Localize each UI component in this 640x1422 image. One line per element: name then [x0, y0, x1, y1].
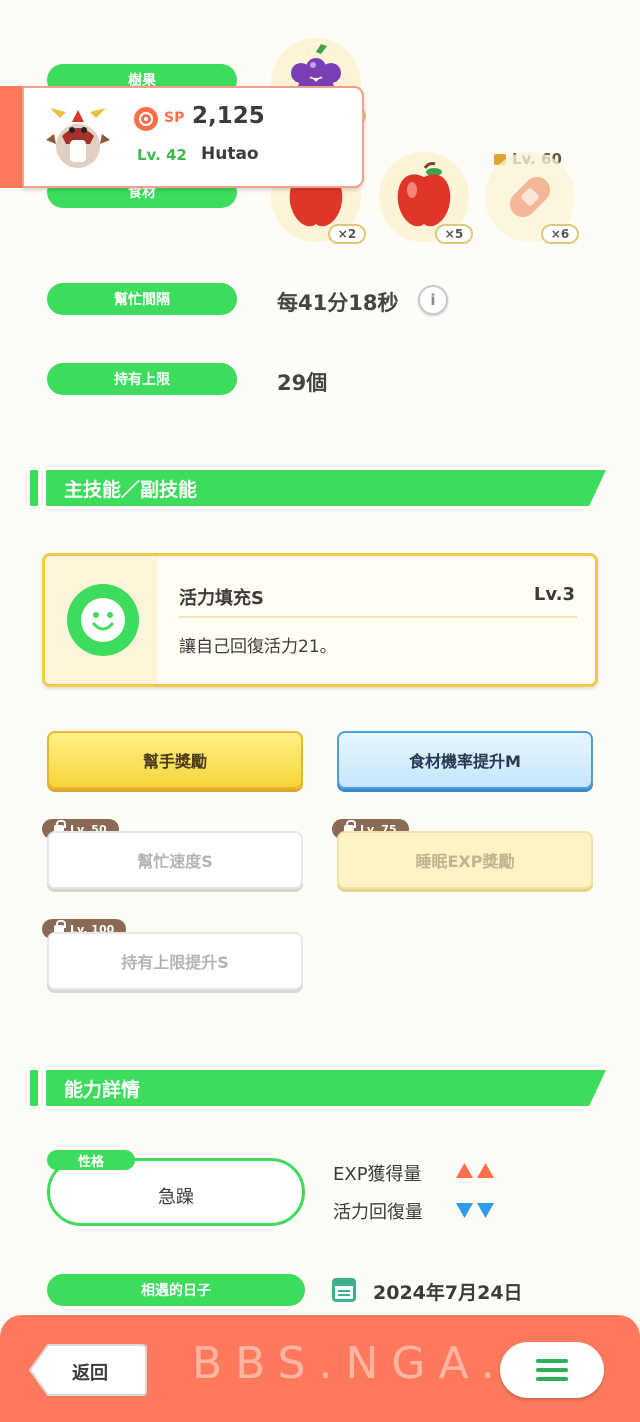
main-skill-level: Lv.3: [533, 584, 575, 605]
sp-icon: [134, 107, 158, 131]
pokemon-portrait-icon: [46, 108, 110, 168]
down-arrow-icon: [477, 1203, 494, 1218]
up-arrow-icon: [456, 1163, 473, 1178]
profile-card[interactable]: SP 2,125 Lv. 42 Hutao: [0, 86, 364, 188]
up-arrow-icon: [477, 1163, 494, 1178]
down-arrow-icon: [456, 1203, 473, 1218]
ingredient-qty-2: ×5: [435, 224, 473, 244]
back-button-label: 返回: [72, 1363, 108, 1384]
sp-label: SP: [164, 110, 185, 126]
menu-button[interactable]: [500, 1342, 604, 1398]
pokemon-avatar: [40, 100, 116, 176]
main-skill-card[interactable]: 活力填充S Lv.3 讓自己回復活力21。: [42, 553, 598, 687]
watermark: BBS.NGA.: [192, 1338, 508, 1389]
pokemon-name: Hutao: [201, 144, 259, 164]
met-date-value: 2024年7月24日: [373, 1282, 523, 1304]
calendar-icon: [332, 1278, 356, 1302]
ability-section-title: 能力詳情: [64, 1079, 141, 1101]
hamburger-menu-icon: [536, 1359, 568, 1381]
back-button[interactable]: 返回: [28, 1342, 148, 1398]
exp-up-arrows: [456, 1163, 494, 1178]
met-date-label: 相遇的日子: [47, 1274, 305, 1306]
capacity-value: 29個: [277, 371, 328, 395]
sub-skill-helping-speed[interactable]: 幫忙速度S: [47, 831, 303, 889]
sp-value: 2,125: [192, 103, 265, 129]
nature-tag: 性格: [47, 1150, 135, 1170]
help-interval-label: 幫忙間隔: [47, 283, 237, 315]
sub-skill-sleep-exp[interactable]: 睡眠EXP獎勵: [337, 831, 593, 889]
sub-skill-helper-bonus[interactable]: 幫手獎勵: [47, 731, 303, 789]
skills-section-banner: 主技能／副技能: [30, 470, 606, 506]
profile-card-accent: [0, 86, 22, 188]
sub-skill-inventory-up[interactable]: 持有上限提升S: [47, 932, 303, 990]
main-skill-divider: [179, 616, 577, 618]
ingredient-qty-3: ×6: [541, 224, 579, 244]
help-interval-value: 每41分18秒: [277, 291, 399, 315]
ingredient-qty-1: ×2: [328, 224, 366, 244]
ability-section-banner: 能力詳情: [30, 1070, 606, 1106]
nature-value: 急躁: [158, 1187, 194, 1208]
main-skill-name: 活力填充S: [179, 588, 264, 609]
info-icon-glyph: i: [430, 291, 436, 309]
smile-icon: [67, 584, 139, 656]
skills-section-title: 主技能／副技能: [64, 479, 198, 501]
sub-skill-ingredient-finder[interactable]: 食材機率提升M: [337, 731, 593, 789]
capacity-label: 持有上限: [47, 363, 237, 395]
info-icon[interactable]: i: [418, 285, 448, 315]
energy-recovery-label: 活力回復量: [333, 1202, 423, 1223]
pokemon-level: Lv. 42: [137, 146, 187, 164]
main-skill-description: 讓自己回復活力21。: [179, 637, 337, 657]
energy-down-arrows: [456, 1203, 494, 1218]
exp-gain-label: EXP獲得量: [333, 1164, 422, 1185]
